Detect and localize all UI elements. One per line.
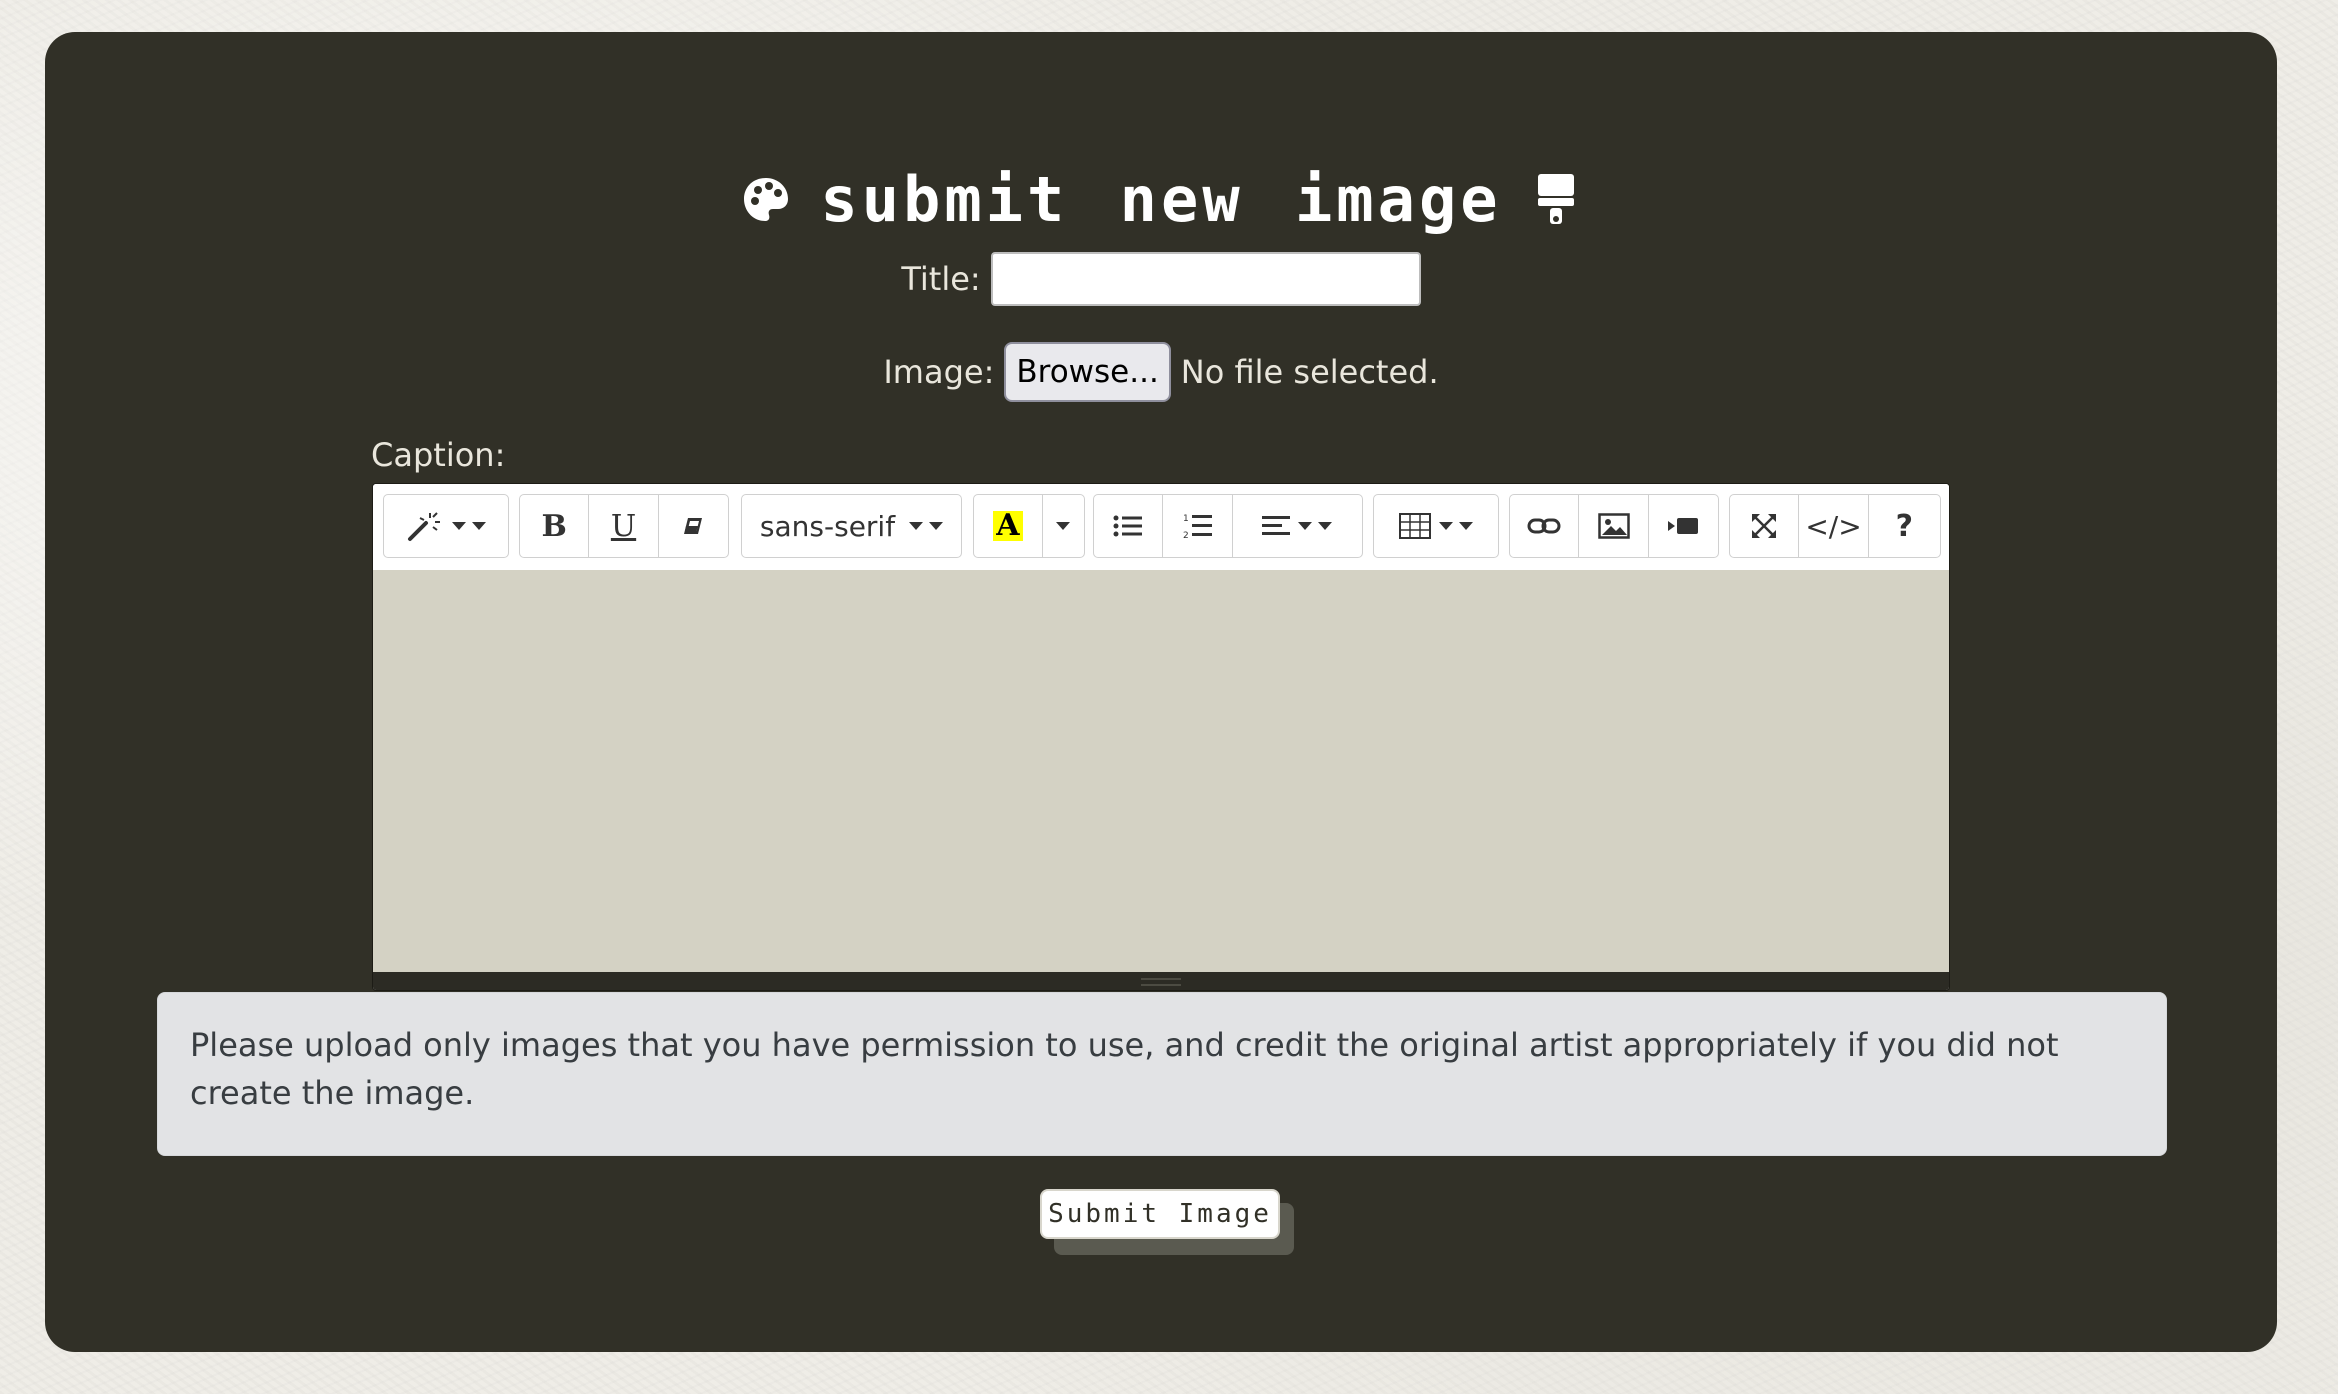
help-button[interactable]: ? <box>1869 495 1940 557</box>
numbered-list-button[interactable]: 1 2 <box>1163 495 1233 557</box>
font-family-group: sans-serif <box>741 494 962 558</box>
font-family-dropdown[interactable]: sans-serif <box>742 495 961 557</box>
text-color-label: A <box>993 511 1023 541</box>
chevron-down-icon <box>929 522 944 530</box>
paragraph-group: 1 2 <box>1093 494 1363 558</box>
bulleted-list-button[interactable] <box>1094 495 1164 557</box>
svg-text:1: 1 <box>1183 514 1189 524</box>
link-icon <box>1527 517 1561 535</box>
code-view-button[interactable]: </> <box>1799 495 1869 557</box>
text-color-button[interactable]: A <box>974 495 1043 557</box>
image-label: Image: <box>883 353 995 391</box>
picture-icon <box>1597 513 1630 539</box>
chevron-down-icon <box>909 522 924 530</box>
style-dropdown-button[interactable] <box>384 495 508 557</box>
table-icon <box>1399 513 1431 539</box>
insert-picture-button[interactable] <box>1579 495 1649 557</box>
underline-button[interactable]: U <box>589 495 659 557</box>
insert-group <box>1509 494 1719 558</box>
insert-video-button[interactable] <box>1649 495 1718 557</box>
view-group: </> ? <box>1729 494 1941 558</box>
caption-text-area[interactable] <box>373 570 1949 972</box>
file-status: No file selected. <box>1180 353 1439 391</box>
chevron-down-icon <box>1318 522 1333 530</box>
chevron-down-icon <box>1056 522 1071 530</box>
editor-toolbar: B U sans-serif A 1 2 </> ? <box>373 484 1949 571</box>
table-dropdown-button[interactable] <box>1374 495 1498 557</box>
fullscreen-button[interactable] <box>1730 495 1800 557</box>
bulleted-list-icon <box>1113 514 1143 538</box>
palette-icon <box>738 172 794 228</box>
chevron-down-icon <box>1459 522 1473 530</box>
title-row: Title: <box>45 249 2277 309</box>
submit-area: Submit Image <box>1040 1189 1294 1255</box>
align-left-icon <box>1262 515 1291 537</box>
numbered-list-icon: 1 2 <box>1183 512 1213 540</box>
color-group: A <box>973 494 1085 558</box>
chevron-down-icon <box>1439 522 1453 530</box>
clear-format-button[interactable] <box>659 495 728 557</box>
paintbrush-icon <box>1528 172 1584 228</box>
title-input[interactable] <box>990 252 1421 306</box>
page-title: submit new image <box>820 163 1502 236</box>
title-label: Title: <box>901 260 981 298</box>
editor-resize-bar[interactable] <box>373 972 1949 990</box>
font-family-value: sans-serif <box>759 509 896 543</box>
chevron-down-icon <box>472 522 486 530</box>
magic-wand-icon <box>406 509 444 543</box>
paragraph-dropdown-button[interactable] <box>1233 495 1362 557</box>
table-group <box>1373 494 1499 558</box>
font-style-group: B U <box>519 494 729 558</box>
resize-grip-icon <box>1141 978 1181 986</box>
video-icon <box>1667 516 1699 536</box>
image-row: Image: Browse... No file selected. <box>45 341 2277 403</box>
browse-button[interactable]: Browse... <box>1004 342 1171 402</box>
svg-text:2: 2 <box>1183 531 1189 540</box>
bold-button[interactable]: B <box>520 495 590 557</box>
eraser-icon <box>680 514 706 538</box>
page-heading: submit new image <box>45 160 2277 240</box>
upload-notice: Please upload only images that you have … <box>157 992 2167 1156</box>
chevron-down-icon <box>452 522 466 530</box>
chevron-down-icon <box>1298 522 1313 530</box>
color-dropdown-button[interactable] <box>1043 495 1084 557</box>
insert-link-button[interactable] <box>1510 495 1580 557</box>
submit-panel: submit new image Title: Image: Browse...… <box>45 32 2277 1352</box>
submit-image-button[interactable]: Submit Image <box>1040 1189 1280 1239</box>
fullscreen-icon <box>1750 512 1778 540</box>
caption-label: Caption: <box>371 436 506 474</box>
caption-editor: B U sans-serif A 1 2 </> ? <box>372 483 1950 991</box>
style-group <box>383 494 509 558</box>
